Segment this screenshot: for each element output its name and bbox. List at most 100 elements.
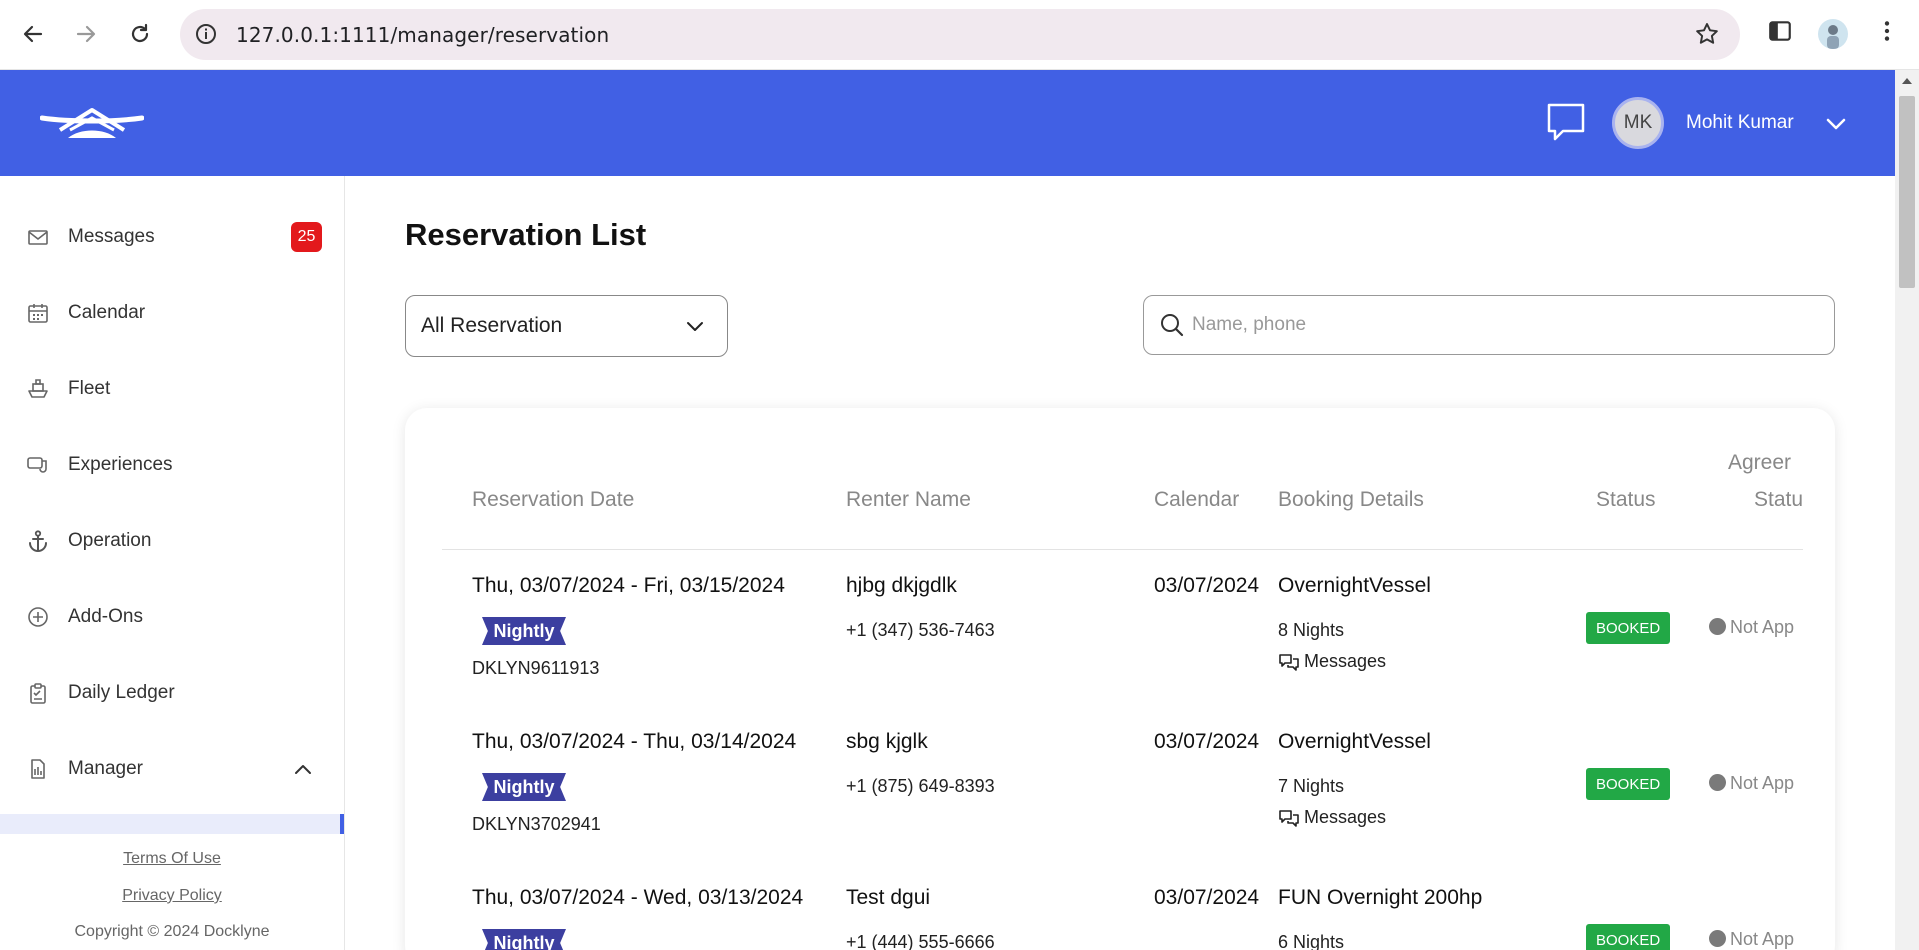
column-header-calendar[interactable]: Calendar: [1154, 488, 1239, 512]
sidebar-item-label: Experiences: [68, 454, 173, 475]
search-box[interactable]: [1143, 295, 1835, 355]
status-dot-icon: [1709, 774, 1726, 791]
renter-name: sbg kjglk: [846, 730, 928, 753]
renter-phone: +1 (875) 649-8393: [846, 776, 995, 796]
calendar-date: 03/07/2024: [1154, 574, 1260, 597]
sidebar-item-experiences[interactable]: Experiences: [0, 440, 344, 490]
chat-bubbles-icon: [1279, 809, 1299, 827]
calendar-date: 03/07/2024: [1154, 886, 1260, 909]
sidebar-item-label: Add-Ons: [68, 606, 143, 627]
chevron-up-icon[interactable]: [293, 762, 313, 776]
search-input[interactable]: [1192, 310, 1812, 340]
back-button[interactable]: [16, 17, 50, 51]
privacy-link[interactable]: Privacy Policy: [0, 887, 344, 905]
column-header-status[interactable]: Status: [1596, 488, 1656, 512]
page-title: Reservation List: [405, 217, 647, 252]
reservation-date: Thu, 03/07/2024 - Fri, 03/15/2024: [472, 574, 785, 597]
mail-icon: [26, 225, 50, 249]
messages-link[interactable]: Messages: [1278, 651, 1386, 672]
agreement-status: Not App: [1709, 929, 1794, 950]
reservation-table: Reservation Date Renter Name Calendar Bo…: [405, 408, 1835, 950]
reservation-table-body: Reservation Date Renter Name Calendar Bo…: [442, 408, 1803, 950]
reservation-date: Thu, 03/07/2024 - Thu, 03/14/2024: [472, 730, 797, 753]
sidebar-item-label: Operation: [68, 530, 152, 551]
page-scrollbar[interactable]: [1895, 70, 1919, 950]
booking-type-badge: Nightly: [482, 773, 566, 801]
sidebar-item-messages[interactable]: Messages 25: [0, 212, 344, 262]
renter-name: hjbg dkjgdlk: [846, 574, 957, 597]
messages-link-label: Messages: [1304, 807, 1387, 827]
profile-avatar[interactable]: [1818, 19, 1848, 49]
user-avatar[interactable]: MK: [1612, 97, 1664, 149]
scroll-up-arrow[interactable]: [1902, 78, 1912, 84]
renter-phone: +1 (347) 536-7463: [846, 620, 995, 640]
chevron-down-icon: [687, 322, 703, 331]
sidebar-item-label: Fleet: [68, 378, 111, 399]
status-dot-icon: [1709, 618, 1726, 635]
sidebar-item-calendar[interactable]: Calendar: [0, 288, 344, 338]
reload-icon: [131, 23, 149, 43]
filter-selected-value: All Reservation: [421, 314, 563, 337]
status-badge: BOOKED: [1586, 768, 1671, 800]
terms-link[interactable]: Terms Of Use: [0, 850, 344, 868]
chat-bubbles-icon: [1279, 653, 1299, 671]
side-panel-icon[interactable]: [1767, 18, 1793, 44]
renter-name: Test dgui: [846, 886, 931, 909]
reservation-code: DKLYN9611913: [472, 658, 600, 678]
sidebar-item-label: Calendar: [68, 302, 146, 323]
sidebar-item-label: Messages: [68, 226, 155, 247]
nights-count: 8 Nights: [1278, 620, 1345, 640]
agreement-status-text: Not App: [1730, 773, 1795, 793]
column-header-booking-details[interactable]: Booking Details: [1278, 488, 1424, 512]
copyright-text: Copyright © 2024 Docklyne: [74, 923, 270, 940]
status-dot-icon: [1709, 930, 1726, 947]
chat-icon[interactable]: [1545, 101, 1587, 143]
status-badge: BOOKED: [1586, 612, 1671, 644]
user-name[interactable]: Mohit Kumar: [1686, 112, 1794, 134]
forward-button[interactable]: [69, 17, 103, 51]
reload-button[interactable]: [123, 17, 157, 51]
sidebar-item-operation[interactable]: Operation: [0, 516, 344, 566]
messages-link[interactable]: Messages: [1278, 807, 1386, 828]
reservation-filter-select[interactable]: All Reservation: [405, 295, 728, 357]
column-header-renter-name[interactable]: Renter Name: [846, 488, 971, 512]
calendar-date: 03/07/2024: [1154, 730, 1260, 753]
sidebar-item-manager[interactable]: Manager: [0, 744, 344, 794]
booking-type-badge: Nightly: [482, 617, 566, 645]
sidebar-item-daily-ledger[interactable]: Daily Ledger: [0, 668, 344, 718]
agreement-status: Not App: [1709, 773, 1794, 794]
search-icon: [1161, 314, 1184, 337]
column-header-agreement[interactable]: Agreer: [1728, 451, 1791, 475]
arrow-right-icon: [76, 25, 96, 43]
browser-toolbar: 127.0.0.1:1111/manager/reservation: [0, 0, 1919, 70]
site-info-icon[interactable]: [194, 22, 218, 46]
unread-count-badge: 25: [291, 222, 322, 252]
more-options-icon[interactable]: [1874, 18, 1900, 44]
star-icon[interactable]: [1694, 21, 1720, 47]
document-icon: [26, 757, 50, 781]
sidebar-item-label: Manager: [68, 758, 143, 779]
column-header-reservation-date[interactable]: Reservation Date: [472, 488, 634, 512]
vessel-name: OvernightVessel: [1278, 730, 1431, 753]
url-text: 127.0.0.1:1111/manager/reservation: [236, 23, 610, 47]
column-header-agreement-status[interactable]: Statu: [1754, 488, 1803, 512]
plus-circle-icon: [26, 605, 50, 629]
boat-icon: [26, 377, 50, 401]
reservation-date: Thu, 03/07/2024 - Wed, 03/13/2024: [472, 886, 804, 909]
sidebar-item-fleet[interactable]: Fleet: [0, 364, 344, 414]
anchor-icon: [26, 529, 50, 553]
sidebar: Messages 25 Calendar Fleet Experiences O…: [0, 176, 345, 950]
scroll-thumb[interactable]: [1899, 96, 1915, 288]
sidebar-submenu-active-item[interactable]: [0, 814, 344, 834]
vessel-name: FUN Overnight 200hp: [1278, 886, 1483, 909]
app-header: MK Mohit Kumar: [0, 70, 1895, 176]
agreement-status-text: Not App: [1730, 929, 1795, 949]
chevron-down-icon[interactable]: [1825, 116, 1847, 132]
agreement-status-text: Not App: [1730, 617, 1795, 637]
sidebar-item-add-ons[interactable]: Add-Ons: [0, 592, 344, 642]
docklyne-logo[interactable]: [40, 100, 144, 144]
messages-link-label: Messages: [1304, 651, 1387, 671]
address-bar[interactable]: 127.0.0.1:1111/manager/reservation: [180, 9, 1740, 60]
agreement-status: Not App: [1709, 617, 1794, 638]
sidebar-item-label: Daily Ledger: [68, 682, 175, 703]
